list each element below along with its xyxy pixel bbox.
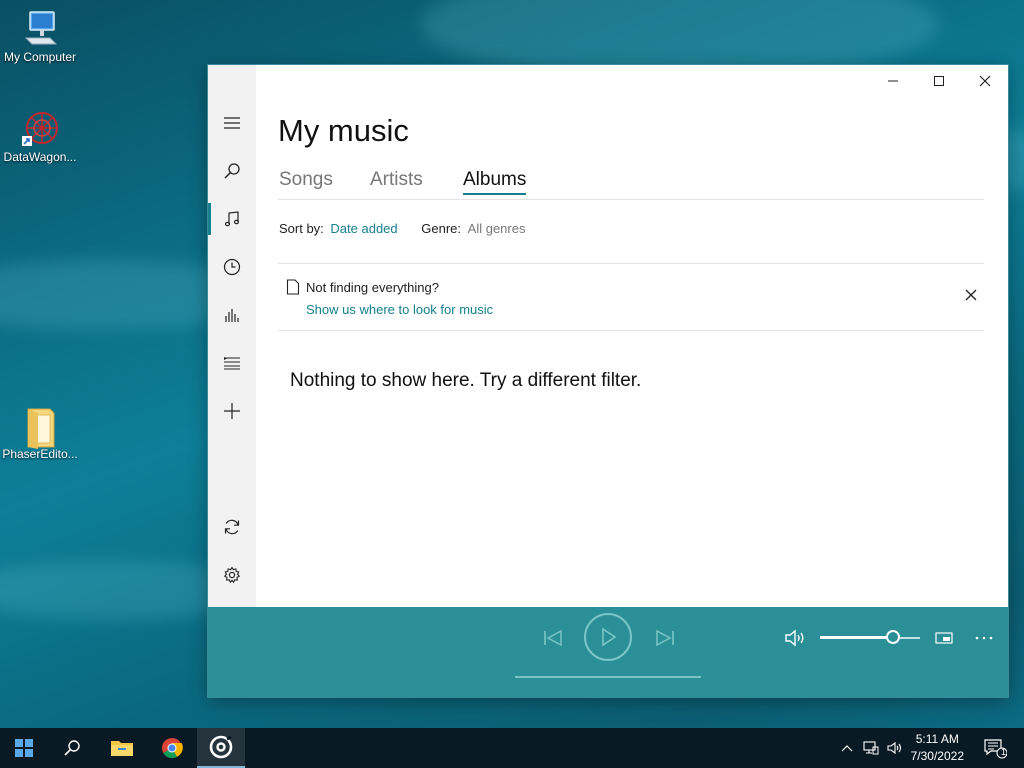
notification-count-badge: 1	[1001, 747, 1007, 757]
show-hidden-icons-button[interactable]	[838, 728, 856, 768]
document-icon	[286, 279, 300, 295]
genre-dropdown[interactable]: All genres	[468, 221, 526, 236]
folder-icon	[20, 405, 60, 449]
taskbar-file-explorer[interactable]	[98, 728, 146, 768]
nav-item-recent-plays[interactable]	[208, 243, 256, 291]
show-music-locations-link[interactable]: Show us where to look for music	[306, 302, 493, 317]
taskbar-groove-music[interactable]	[197, 728, 245, 768]
equalizer-icon	[225, 309, 239, 322]
minimize-icon	[888, 80, 898, 82]
volume-tray-button[interactable]	[884, 728, 906, 768]
navigation-pane	[208, 65, 256, 607]
desktop-icon-label: DataWagon...	[3, 150, 77, 164]
sync-button[interactable]	[208, 503, 256, 551]
playlist-icon	[224, 357, 240, 370]
chrome-icon	[162, 738, 183, 759]
next-icon	[656, 629, 674, 647]
mini-view-button[interactable]	[932, 627, 956, 649]
network-icon	[863, 741, 879, 755]
play-button[interactable]	[584, 613, 632, 661]
nav-item-my-music[interactable]	[208, 195, 256, 243]
more-options-button[interactable]	[972, 627, 996, 649]
close-button[interactable]	[962, 65, 1008, 97]
hamburger-icon	[224, 117, 240, 129]
speaker-icon	[887, 741, 902, 755]
volume-slider-thumb[interactable]	[886, 630, 900, 644]
empty-state-message: Nothing to show here. Try a different fi…	[290, 370, 642, 391]
taskbar-chrome[interactable]	[148, 728, 196, 768]
settings-button[interactable]	[208, 551, 256, 599]
previous-button[interactable]	[538, 625, 568, 651]
clock-icon	[223, 258, 241, 276]
ellipsis-icon	[975, 636, 993, 640]
tab-albums[interactable]: Albums	[463, 169, 527, 195]
volume-slider-fill	[820, 636, 893, 639]
tab-artists[interactable]: Artists	[370, 169, 423, 191]
search-icon	[224, 163, 240, 179]
filter-bar: Sort by: Date added Genre: All genres	[279, 221, 525, 236]
speaker-icon	[785, 629, 804, 647]
genre-label: Genre:	[421, 221, 462, 236]
clock-date: 7/30/2022	[910, 749, 964, 763]
play-icon	[602, 627, 617, 647]
action-center-button[interactable]: 1	[978, 728, 1012, 768]
start-button[interactable]	[0, 728, 48, 768]
chevron-up-icon	[841, 745, 853, 752]
search-button[interactable]	[208, 147, 256, 195]
nav-item-playlists[interactable]	[208, 339, 256, 387]
gear-icon	[223, 566, 241, 584]
datawagon-app-icon	[20, 108, 60, 148]
sort-dropdown[interactable]: Date added	[330, 221, 397, 236]
volume-button[interactable]	[782, 625, 810, 651]
notice-title: Not finding everything?	[306, 280, 439, 295]
taskbar: 5:11 AM 7/30/2022 1	[0, 728, 1024, 768]
search-icon	[64, 740, 80, 756]
dismiss-notice-icon[interactable]	[964, 288, 978, 302]
sync-icon	[224, 519, 240, 535]
minimize-button[interactable]	[870, 65, 916, 97]
previous-icon	[544, 629, 562, 647]
network-button[interactable]	[860, 728, 882, 768]
groove-music-icon	[209, 735, 233, 759]
music-note-icon	[224, 211, 240, 227]
taskbar-clock[interactable]: 5:11 AM 7/30/2022	[911, 731, 964, 765]
page-title: My music	[278, 113, 409, 148]
player-bar	[208, 607, 1008, 697]
file-explorer-icon	[111, 741, 133, 756]
desktop-icon-my-computer[interactable]: My Computer	[0, 8, 80, 64]
desktop-icon-label: My Computer	[3, 50, 77, 64]
next-button[interactable]	[650, 625, 680, 651]
nav-item-now-playing[interactable]	[208, 291, 256, 339]
seek-bar[interactable]	[515, 676, 701, 678]
groove-music-window: My music Songs Artists Albums Sort by: D…	[208, 65, 1008, 697]
sort-label: Sort by:	[279, 221, 324, 236]
taskbar-search-button[interactable]	[48, 728, 96, 768]
plus-icon	[224, 403, 240, 419]
close-icon	[979, 75, 991, 87]
desktop-icon-phasereditor[interactable]: PhaserEdito...	[0, 405, 80, 461]
tab-strip: Songs Artists Albums	[278, 169, 984, 200]
title-bar	[256, 65, 1008, 97]
maximize-button[interactable]	[916, 65, 962, 97]
tab-songs[interactable]: Songs	[279, 169, 333, 191]
mini-player-icon	[935, 632, 953, 644]
hamburger-menu-button[interactable]	[208, 99, 256, 147]
clock-time: 5:11 AM	[915, 732, 959, 746]
windows-logo-icon	[15, 739, 33, 757]
create-playlist-button[interactable]	[208, 387, 256, 435]
desktop-icon-datawagon[interactable]: DataWagon...	[0, 108, 80, 164]
maximize-icon	[934, 76, 944, 86]
missing-music-notice: Not finding everything? Show us where to…	[278, 263, 984, 331]
desktop-icon-label: PhaserEdito...	[2, 447, 78, 461]
computer-icon	[20, 8, 60, 48]
